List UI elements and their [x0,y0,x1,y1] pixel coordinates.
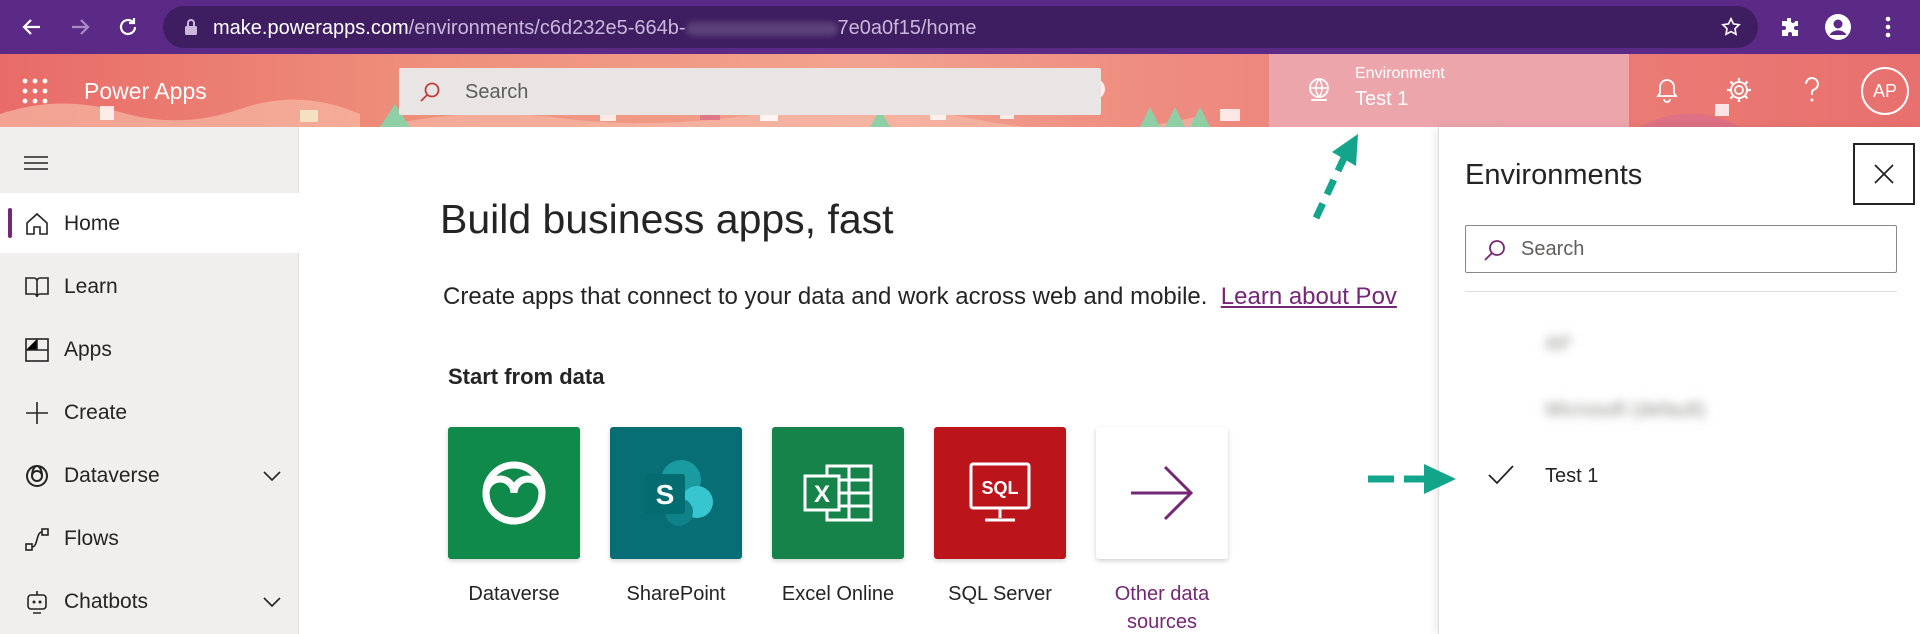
browser-toolbar: make.powerapps.com/environments/c6d232e5… [0,0,1920,54]
left-navigation: Home Learn Apps Create Dataverse Flows C… [0,127,299,634]
search-icon [420,82,440,102]
dataverse-tile[interactable] [448,427,580,559]
section-title: Start from data [448,364,605,389]
sharepoint-logo-icon: S [645,460,713,526]
panel-divider [1465,291,1897,292]
nav-label-chatbots: Chatbots [64,590,149,613]
address-bar[interactable]: make.powerapps.com/environments/c6d232e5… [163,6,1758,48]
environment-item[interactable]: Microsoft (default) [1545,399,1705,422]
back-icon[interactable] [18,13,46,41]
notifications-icon[interactable] [1652,75,1682,105]
hamburger-menu-icon[interactable] [24,155,48,171]
app-title[interactable]: Power Apps [84,78,207,105]
globe-icon [1309,78,1329,101]
url-path-start: /environments/c6d232e5-664b- [408,17,686,39]
browser-menu-icon[interactable] [1873,12,1903,42]
bookmark-star-icon[interactable] [1720,16,1742,38]
nav-item-chatbots[interactable]: Chatbots [0,571,299,631]
apps-icon [25,338,49,362]
nav-item-dataverse[interactable]: Dataverse [0,445,299,505]
nav-item-create[interactable]: Create [0,382,299,442]
environment-picker-button[interactable]: Environment Test 1 [1269,54,1629,127]
page-subtitle: Create apps that connect to your data an… [443,283,1397,311]
learn-about-link[interactable]: Learn about Pov [1221,283,1397,310]
environment-search-input[interactable]: Search [1465,225,1897,273]
other-data-sources-tile[interactable] [1096,427,1228,559]
book-icon [25,277,49,298]
tile-label-line1: Other data [1114,583,1210,605]
nav-label-dataverse: Dataverse [64,464,160,487]
reload-icon[interactable] [114,13,142,41]
environment-item[interactable]: AP [1545,333,1572,356]
global-search-input[interactable]: Search [399,68,1101,115]
settings-gear-icon[interactable] [1724,75,1754,105]
tile-label-sql-server: SQL Server [948,583,1052,605]
url-host: make.powerapps.com [213,17,409,39]
help-icon[interactable] [1797,75,1827,105]
app-launcher-icon[interactable] [22,78,48,104]
nav-item-apps[interactable]: Apps [0,319,299,379]
environment-label: Environment [1355,65,1445,82]
svg-text:SQL: SQL [981,478,1018,498]
tile-label-other-data-sources[interactable]: Other data sources [1082,580,1242,634]
arrow-right-icon [1131,465,1194,521]
nav-item-flows[interactable]: Flows [0,508,299,568]
nav-item-home[interactable]: Home [0,193,299,253]
tile-label-sharepoint: SharePoint [626,583,726,605]
close-icon [1874,164,1894,184]
home-icon [26,212,48,235]
svg-text:X: X [814,481,830,508]
environments-panel: Environments Search AP Microsoft (defaul… [1438,127,1920,634]
plus-icon [26,402,48,424]
nav-label-learn: Learn [64,275,118,298]
search-icon [1484,240,1505,261]
extensions-icon[interactable] [1775,12,1805,42]
nav-label-apps: Apps [64,338,112,361]
dataverse-logo-icon [482,461,546,525]
nav-label-home: Home [64,212,121,235]
nav-label-create: Create [64,401,128,424]
chatbot-icon [27,591,47,614]
panel-title: Environments [1465,159,1643,191]
lock-icon [185,19,197,35]
annotation-arrow-up [1312,134,1358,220]
environment-item-selected[interactable]: Test 1 [1545,465,1598,488]
nav-label-flows: Flows [64,527,119,550]
url-path-end: 7e0a0f15/home [837,17,977,39]
active-indicator [8,208,12,238]
user-avatar[interactable]: AP [1861,67,1909,115]
excel-logo-icon: X [803,464,873,522]
url-text: make.powerapps.com/environments/c6d232e5… [213,17,977,40]
sharepoint-tile[interactable]: S [610,427,742,559]
tile-label-line2: sources [1126,611,1198,633]
tile-label-excel-online: Excel Online [781,583,895,605]
checkmark-icon [1488,465,1514,485]
profile-icon[interactable] [1823,12,1853,42]
forward-icon[interactable] [66,13,94,41]
svg-text:S: S [656,479,675,510]
sql-server-logo-icon: SQL [969,462,1031,522]
close-panel-button[interactable] [1853,143,1915,205]
chevron-down-icon[interactable] [261,591,283,613]
environment-search-placeholder: Search [1521,238,1585,260]
annotation-arrow-right [1368,464,1456,494]
environment-name: Test 1 [1355,88,1409,110]
excel-online-tile[interactable]: X [772,427,904,559]
subtitle-text: Create apps that connect to your data an… [443,283,1208,310]
nav-item-learn[interactable]: Learn [0,256,299,316]
url-redacted [685,21,838,36]
page-title: Build business apps, fast [440,196,894,242]
dataverse-icon [26,465,48,487]
global-search-placeholder: Search [465,81,529,103]
tile-label-dataverse: Dataverse [468,583,560,605]
sql-server-tile[interactable]: SQL [934,427,1066,559]
flows-icon [25,528,49,551]
chevron-down-icon[interactable] [261,465,283,487]
app-header: Power Apps Search Environment Test 1 AP [0,54,1920,127]
